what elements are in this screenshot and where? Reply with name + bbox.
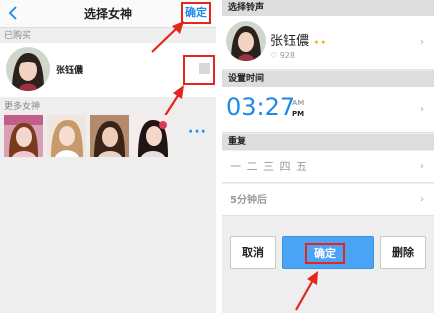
repeat-days: 一 二 三 四 五 bbox=[230, 160, 308, 173]
snooze-value: 5分钟后 bbox=[230, 195, 267, 206]
purchased-section-label: 已购买 bbox=[4, 31, 32, 41]
goddess-thumbnail[interactable] bbox=[47, 115, 86, 157]
nav-header: 选择女神 确定 bbox=[0, 0, 216, 28]
sparkle-icon: ✦✦ bbox=[313, 38, 327, 47]
ringtone-row[interactable]: 张钰儂 ✦✦ ♡ 928 › bbox=[222, 16, 434, 70]
cancel-button[interactable]: 取消 bbox=[230, 236, 276, 269]
like-count: ♡ 928 bbox=[270, 51, 295, 60]
goddess-thumbnail[interactable] bbox=[4, 115, 43, 157]
alarm-settings-screen: 选择铃声 张钰儂 ✦✦ ♡ 928 › 设置时间 03:27 AM PM › 重… bbox=[222, 0, 434, 313]
time-section-label: 设置时间 bbox=[222, 71, 434, 87]
chevron-right-icon: › bbox=[420, 104, 424, 115]
delete-button[interactable]: 删除 bbox=[380, 236, 426, 269]
ok-button[interactable]: 确定 bbox=[282, 236, 374, 269]
repeat-row[interactable]: 一 二 三 四 五 › bbox=[222, 151, 434, 183]
more-goddess-section-label: 更多女神 bbox=[4, 102, 41, 112]
checkbox-highlight-frame bbox=[183, 55, 215, 85]
goddess-avatar bbox=[6, 47, 50, 91]
time-row[interactable]: 03:27 AM PM › bbox=[222, 87, 434, 133]
ringtone-section-label: 选择铃声 bbox=[222, 0, 434, 16]
goddess-thumbnail[interactable] bbox=[133, 115, 172, 157]
select-goddess-screen: 选择女神 确定 已购买 张钰儂 更多女神 ··· bbox=[0, 0, 216, 313]
ringtone-goddess-name: 张钰儂 ✦✦ bbox=[270, 34, 327, 49]
ok-button-label: 确定 bbox=[305, 243, 345, 264]
annotation-arrow bbox=[295, 271, 318, 311]
chevron-right-icon: › bbox=[420, 161, 424, 172]
goddess-thumbnail[interactable] bbox=[90, 115, 129, 157]
am-label: AM bbox=[292, 99, 305, 107]
time-display: 03:27 bbox=[226, 93, 296, 121]
snooze-row[interactable]: 5分钟后 › bbox=[222, 184, 434, 216]
chevron-right-icon: › bbox=[420, 194, 424, 205]
goddess-name: 张钰儂 bbox=[56, 66, 84, 76]
repeat-section-label: 重复 bbox=[222, 134, 434, 150]
confirm-button[interactable]: 确定 bbox=[181, 2, 211, 24]
ringtone-avatar bbox=[226, 21, 266, 61]
more-button[interactable]: ··· bbox=[188, 124, 207, 140]
chevron-right-icon: › bbox=[420, 37, 424, 48]
pm-label: PM bbox=[292, 110, 305, 118]
